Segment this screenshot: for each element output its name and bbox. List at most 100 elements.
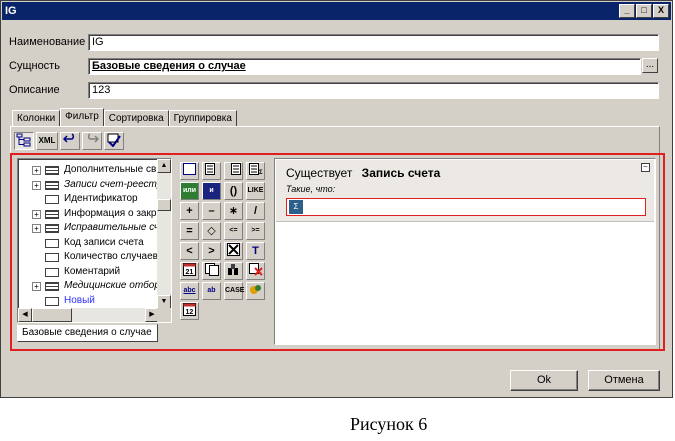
expand-icon[interactable]: +: [32, 282, 41, 291]
exists-title: Существует Запись счета: [286, 166, 440, 180]
tab-strip: Колонки Фильтр Сортировка Группировка: [12, 108, 237, 127]
collapse-icon[interactable]: –: [641, 163, 650, 172]
text-constant-button[interactable]: T: [246, 242, 265, 260]
svg-text:12: 12: [186, 309, 194, 316]
entity-browse-button[interactable]: ...: [642, 58, 658, 73]
entity-field[interactable]: Базовые сведения о случае: [88, 58, 641, 75]
tree-item-label: Исправительные сч: [64, 222, 160, 233]
field-icon: [45, 253, 59, 262]
tree-item-label: Записи счет-реестр: [64, 179, 163, 190]
tree-item-label: Идентификатор: [64, 193, 138, 204]
sigma-icon[interactable]: Σ: [289, 200, 303, 214]
field-icon: [45, 239, 59, 248]
tab-sorting[interactable]: Сортировка: [103, 110, 169, 127]
condition-editor[interactable]: Существует Запись счета Такие, что: Σ –: [274, 158, 656, 345]
scroll-corner: [157, 308, 171, 322]
exists-label: Существует: [286, 166, 353, 180]
close-button[interactable]: X: [653, 4, 669, 18]
multiply-button[interactable]: ∗: [224, 202, 243, 220]
tree-item-label: Количество случаев: [64, 251, 158, 262]
table-multi-icon: [45, 282, 59, 291]
redo-icon[interactable]: [82, 132, 102, 150]
tab-filter[interactable]: Фильтр: [60, 108, 104, 127]
scroll-down-icon[interactable]: ▼: [157, 295, 171, 309]
scroll-thumb[interactable]: [32, 308, 72, 322]
empty-condition-icon[interactable]: [180, 162, 199, 180]
function-icon[interactable]: [246, 282, 265, 300]
such-that-label: Такие, что:: [286, 184, 336, 194]
expand-icon[interactable]: +: [32, 210, 41, 219]
or-button[interactable]: или: [180, 182, 199, 200]
title-bar: IG _ □ X: [2, 2, 671, 20]
calendar-icon[interactable]: 12: [180, 302, 199, 320]
not-equals-button[interactable]: ◇: [202, 222, 221, 240]
date-icon[interactable]: 21: [180, 262, 199, 280]
figure-caption: Рисунок 6: [350, 414, 428, 434]
tree-view-icon[interactable]: [14, 132, 34, 150]
svg-text:Σ: Σ: [259, 170, 263, 175]
source-entity-tab[interactable]: Базовые сведения о случае: [17, 324, 158, 342]
scroll-left-icon[interactable]: ◀: [18, 308, 32, 322]
svg-text:21: 21: [186, 269, 194, 276]
string-constant-button[interactable]: abc: [180, 282, 199, 300]
table-multi-icon: [45, 166, 59, 175]
plus-button[interactable]: +: [180, 202, 199, 220]
greater-equal-button[interactable]: >=: [246, 222, 265, 240]
not-exists-icon[interactable]: [224, 162, 243, 180]
xml-button[interactable]: XML: [36, 132, 58, 150]
tab-grouping[interactable]: Группировка: [168, 110, 237, 127]
expand-icon[interactable]: +: [32, 166, 41, 175]
less-button[interactable]: <: [180, 242, 199, 260]
greater-button[interactable]: >: [202, 242, 221, 260]
substring-button[interactable]: ab: [202, 282, 221, 300]
clear-icon[interactable]: [246, 262, 265, 280]
table-multi-icon: [45, 224, 59, 233]
horizontal-scrollbar[interactable]: ◀ ▶: [18, 308, 159, 322]
field-icon: [45, 195, 59, 204]
less-equal-button[interactable]: <=: [224, 222, 243, 240]
null-icon[interactable]: [224, 242, 243, 260]
entity-label: Сущность: [9, 60, 60, 72]
tree-item-label: Дополнительные св: [64, 164, 157, 175]
expand-icon[interactable]: +: [32, 224, 41, 233]
check-syntax-icon[interactable]: [104, 132, 124, 150]
entity-tree[interactable]: + Дополнительные св + Записи счет-реестр…: [17, 158, 172, 323]
minimize-button[interactable]: _: [619, 4, 635, 18]
filter-toolbar: XML: [14, 132, 126, 150]
tree-item-label: Код записи счета: [64, 237, 144, 248]
divide-button[interactable]: /: [246, 202, 265, 220]
window-controls: _ □ X: [618, 4, 669, 18]
expand-icon[interactable]: +: [32, 181, 41, 190]
parentheses-button[interactable]: (): [224, 182, 243, 200]
maximize-button[interactable]: □: [636, 4, 652, 18]
description-label: Описание: [9, 84, 60, 96]
copy-icon[interactable]: [202, 262, 221, 280]
tree-item-label: Коментарий: [64, 266, 121, 277]
undo-icon[interactable]: [60, 132, 80, 150]
condition-input[interactable]: Σ: [286, 198, 646, 216]
and-button[interactable]: и: [202, 182, 221, 200]
cancel-button[interactable]: Отмена: [588, 370, 660, 391]
tree-item-label: Новый: [64, 295, 95, 306]
find-icon[interactable]: [224, 262, 243, 280]
ok-button[interactable]: Ok: [510, 370, 578, 391]
case-button[interactable]: CASE: [224, 282, 244, 300]
vertical-scrollbar[interactable]: ▲ ▼: [157, 159, 171, 309]
scroll-thumb[interactable]: [157, 199, 171, 211]
table-multi-icon: [45, 210, 59, 219]
window-title: IG: [5, 5, 17, 17]
equals-button[interactable]: =: [180, 222, 199, 240]
exists-entity-label: Запись счета: [361, 166, 441, 180]
tab-columns[interactable]: Колонки: [12, 110, 61, 127]
description-field[interactable]: 123: [88, 82, 659, 99]
field-icon: [45, 297, 59, 306]
tree-item-label: Медицинские отбор: [64, 280, 160, 291]
name-field[interactable]: IG: [88, 34, 659, 51]
aggregate-icon[interactable]: Σ: [246, 162, 265, 180]
field-icon: [45, 268, 59, 277]
minus-button[interactable]: –: [202, 202, 221, 220]
scroll-up-icon[interactable]: ▲: [157, 159, 171, 173]
exists-icon[interactable]: [202, 162, 221, 180]
exists-block: Существует Запись счета Такие, что: Σ –: [276, 160, 654, 222]
like-button[interactable]: LIKE: [246, 182, 265, 200]
